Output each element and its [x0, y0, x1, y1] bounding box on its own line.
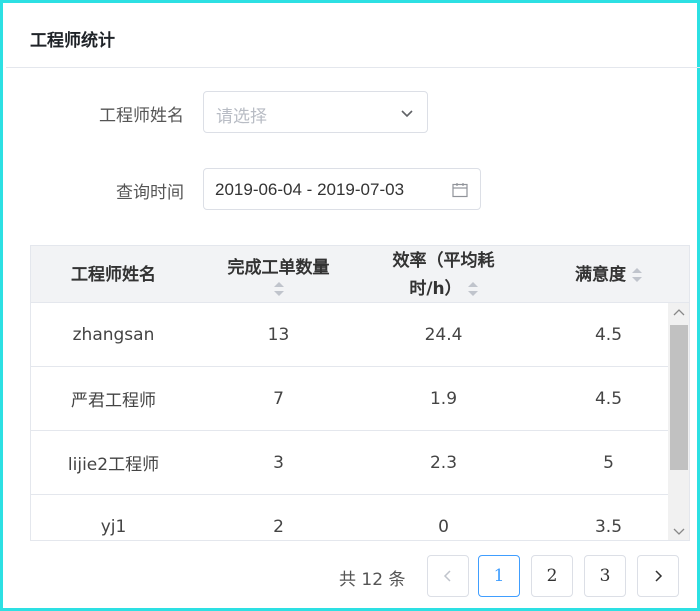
table-scrollbar[interactable] [668, 303, 690, 541]
engineer-form-row: 工程师姓名 请选择 [6, 91, 700, 133]
table-body: zhangsan 13 24.4 4.5 严君工程师 7 1.9 4.5 lij… [31, 303, 668, 540]
engineer-label: 工程师姓名 [99, 106, 184, 126]
sort-icon[interactable] [467, 281, 478, 296]
cell-count: 7 [273, 388, 284, 409]
page-button-2[interactable]: 2 [531, 555, 573, 597]
cell-satisfaction: 4.5 [594, 324, 623, 345]
cell-satisfaction: 3.5 [594, 516, 623, 537]
cell-name: yj1 [100, 516, 127, 537]
engineer-stats-table: 工程师姓名 完成工单数量 效率（平均耗 时/h） 满意度 zhangsan 13… [30, 245, 690, 541]
cell-name: lijie2工程师 [67, 455, 160, 475]
cell-name: zhangsan [72, 324, 155, 345]
next-page-button[interactable] [637, 555, 679, 597]
column-header-count[interactable]: 完成工单数量 [196, 246, 361, 303]
cell-efficiency: 1.9 [429, 388, 458, 409]
page-button-3[interactable]: 3 [584, 555, 626, 597]
cell-count: 13 [267, 324, 290, 345]
cell-count: 2 [273, 516, 284, 537]
cell-efficiency: 24.4 [424, 324, 463, 345]
app-frame: 工程师统计 工程师姓名 请选择 查询时间 2019-06-04 - 2019-0… [0, 0, 700, 611]
sort-icon[interactable] [632, 267, 642, 282]
prev-page-button[interactable] [427, 555, 469, 597]
cell-count: 3 [273, 452, 284, 473]
time-label: 查询时间 [116, 183, 184, 203]
cell-name: 严君工程师 [71, 391, 156, 411]
scrollbar-thumb[interactable] [670, 325, 688, 470]
calendar-icon [452, 183, 468, 198]
date-range-value: 2019-06-04 - 2019-07-03 [215, 180, 405, 199]
column-header-efficiency[interactable]: 效率（平均耗 时/h） [361, 246, 526, 303]
chevron-left-icon [443, 570, 451, 582]
chevron-down-icon [401, 110, 413, 118]
total-count: 共 12 条 [339, 570, 406, 590]
time-form-row: 查询时间 2019-06-04 - 2019-07-03 [6, 168, 700, 210]
table-row[interactable]: yj1 2 0 3.5 [31, 495, 668, 540]
cell-efficiency: 0 [438, 516, 449, 537]
table-row[interactable]: lijie2工程师 3 2.3 5 [31, 431, 668, 495]
column-header-name: 工程师姓名 [71, 264, 156, 285]
cell-efficiency: 2.3 [429, 452, 458, 473]
pagination: 共 12 条 1 2 3 [3, 553, 700, 599]
cell-satisfaction: 5 [603, 452, 614, 473]
chevron-right-icon [655, 570, 663, 582]
table-header: 工程师姓名 完成工单数量 效率（平均耗 时/h） 满意度 [31, 246, 689, 303]
card-header: 工程师统计 [6, 6, 700, 68]
scroll-up-arrow-icon[interactable] [668, 303, 690, 321]
scroll-down-arrow-icon[interactable] [668, 523, 690, 541]
engineer-select-placeholder: 请选择 [216, 107, 267, 127]
table-row[interactable]: 严君工程师 7 1.9 4.5 [31, 367, 668, 431]
page-button-1[interactable]: 1 [478, 555, 520, 597]
engineer-select[interactable]: 请选择 [203, 91, 428, 133]
cell-satisfaction: 4.5 [594, 388, 623, 409]
table-row[interactable]: zhangsan 13 24.4 4.5 [31, 303, 668, 367]
sort-icon[interactable] [273, 281, 284, 296]
column-header-satisfaction[interactable]: 满意度 [526, 246, 689, 303]
date-range-picker[interactable]: 2019-06-04 - 2019-07-03 [203, 168, 481, 210]
page-title: 工程师统计 [30, 31, 115, 51]
